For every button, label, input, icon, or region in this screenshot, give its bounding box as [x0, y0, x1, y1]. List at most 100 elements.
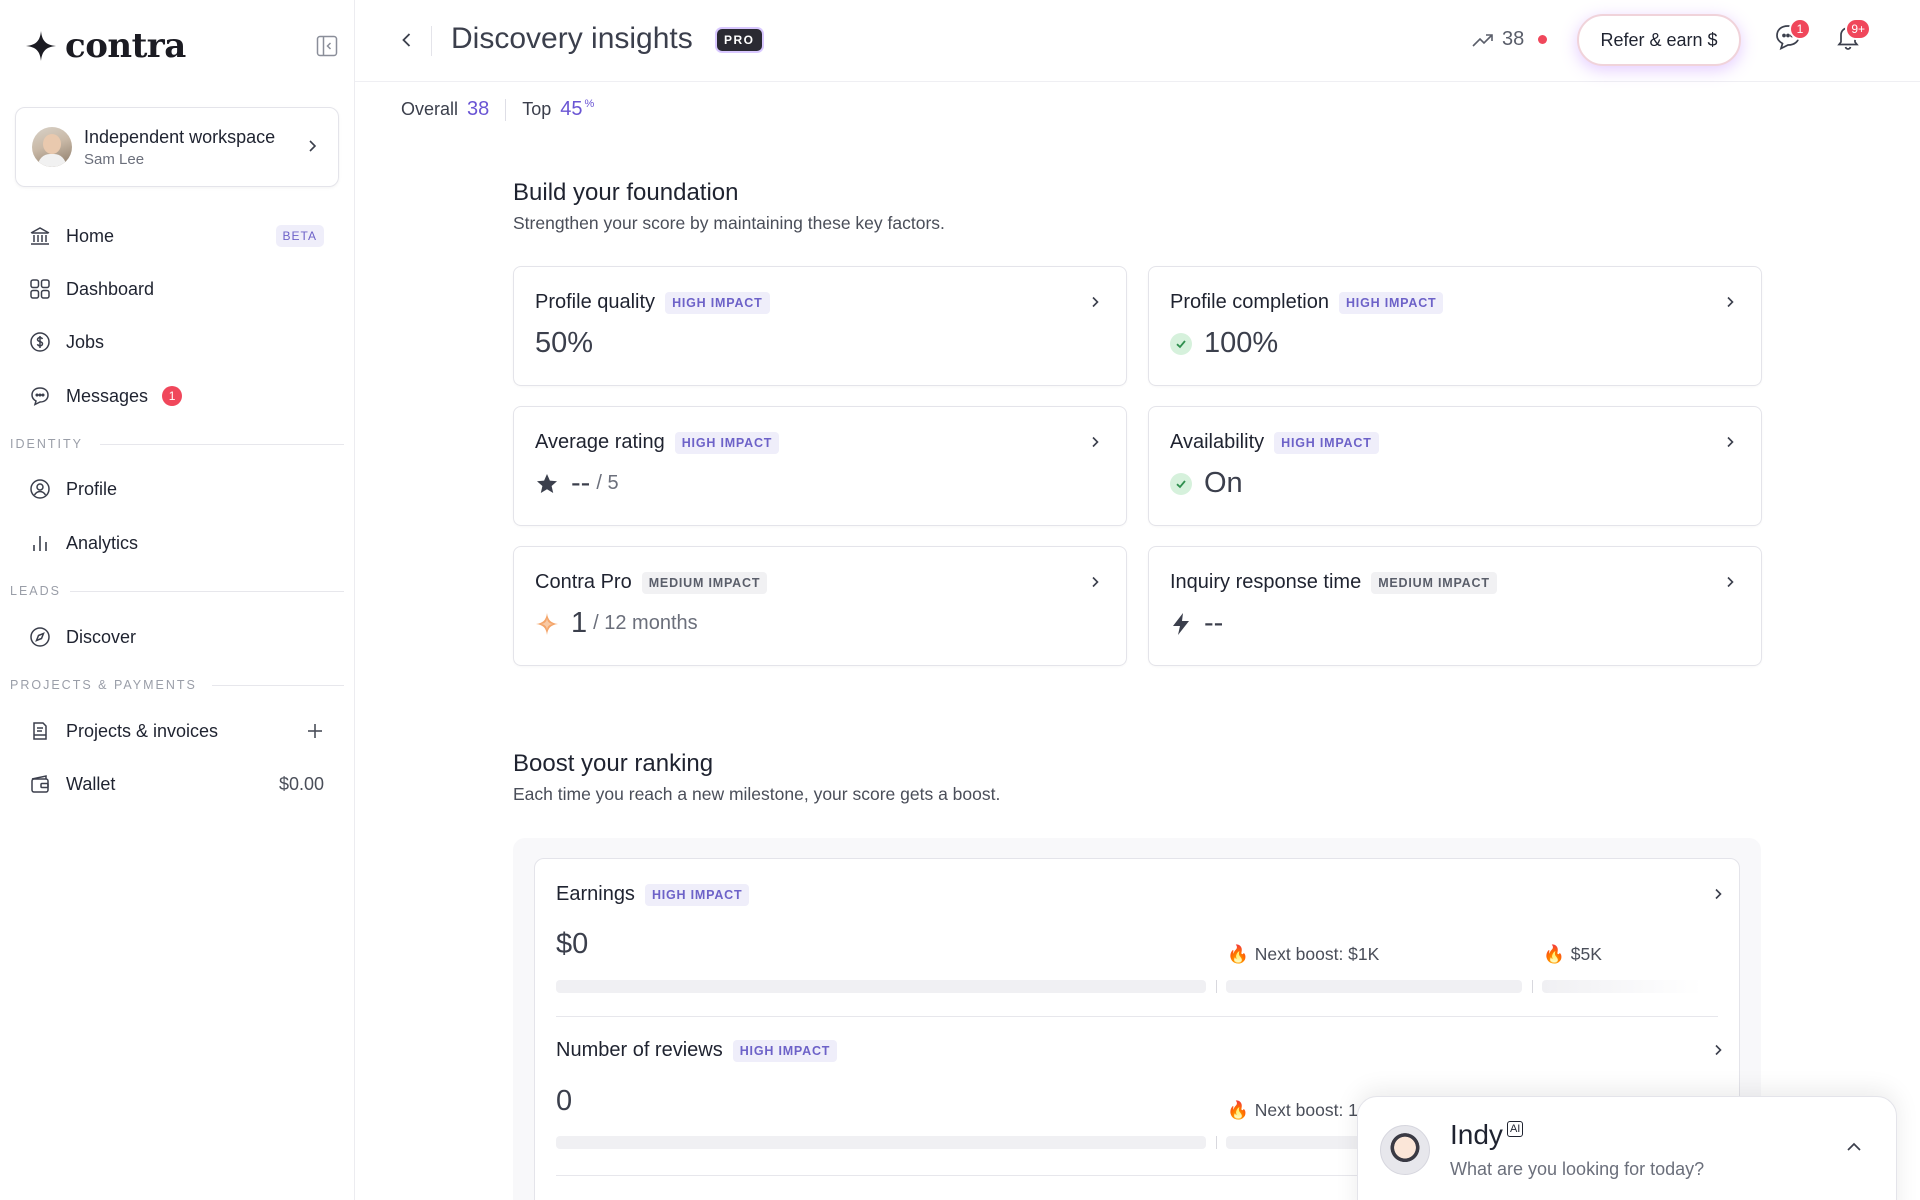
boost-value: 0: [556, 1085, 573, 1117]
contra-star-icon: [26, 31, 56, 61]
sidebar: contra Independent workspace Sam Lee Hom…: [0, 0, 355, 1200]
sidebar-item-label: Dashboard: [66, 278, 155, 299]
impact-badge: HIGH IMPACT: [732, 1039, 838, 1062]
top-header: Discovery insights PRO 38 Refer & earn $…: [355, 0, 1920, 82]
top-value-unit: %: [584, 98, 595, 111]
boost-row-title: Number of reviews: [556, 1039, 723, 1061]
card-title: Profile completion: [1170, 291, 1329, 313]
top-label: Top: [522, 99, 552, 119]
grid-icon: [28, 277, 52, 301]
card-profile-quality[interactable]: Profile quality HIGH IMPACT 50%: [513, 266, 1127, 386]
ranking-title: Boost your ranking: [513, 750, 714, 777]
impact-badge: HIGH IMPACT: [665, 291, 770, 314]
sidebar-item-projects[interactable]: Projects & invoices: [28, 713, 328, 749]
sidebar-item-home[interactable]: Home BETA: [28, 218, 328, 254]
foundation-title: Build your foundation: [513, 179, 739, 206]
bar-chart-icon: [28, 531, 52, 555]
dollar-circle-icon: [28, 330, 52, 354]
impact-badge: HIGH IMPACT: [674, 431, 780, 454]
sidebar-item-discover[interactable]: Discover: [28, 619, 328, 655]
beta-badge: BETA: [275, 225, 324, 247]
card-availability[interactable]: Availability HIGH IMPACT On: [1148, 406, 1762, 526]
compass-icon: [28, 625, 52, 649]
messages-button[interactable]: 1: [1773, 18, 1811, 54]
foundation-subtitle: Strengthen your score by maintaining the…: [513, 213, 945, 233]
divider: [556, 1016, 1718, 1017]
card-contra-pro[interactable]: Contra Pro MEDIUM IMPACT 1 / 12 months: [513, 546, 1127, 666]
card-inquiry-response-time[interactable]: Inquiry response time MEDIUM IMPACT --: [1148, 546, 1762, 666]
impact-badge: HIGH IMPACT: [644, 883, 750, 906]
score-summary: Overall 38 Top 45%: [401, 98, 594, 121]
wallet-icon: [28, 772, 52, 796]
divider: [431, 26, 432, 56]
sidebar-item-dashboard[interactable]: Dashboard: [28, 271, 328, 307]
indy-name: Indy: [1450, 1119, 1503, 1150]
wallet-balance: $0.00: [278, 773, 324, 794]
section-leads-label: LEADS: [10, 584, 61, 598]
collapse-sidebar-icon[interactable]: [315, 34, 339, 58]
back-arrow-icon[interactable]: [397, 30, 417, 50]
milestone-tick: [1532, 980, 1533, 993]
section-projects-label: PROJECTS & PAYMENTS: [10, 678, 197, 692]
score-indicator[interactable]: 38: [1472, 28, 1548, 51]
card-profile-completion[interactable]: Profile completion HIGH IMPACT 100%: [1148, 266, 1762, 386]
bank-icon: [28, 224, 52, 248]
next-boost-label: Next boost: 1: [1254, 1100, 1358, 1120]
sidebar-item-label: Projects & invoices: [66, 720, 219, 741]
sidebar-item-messages[interactable]: Messages 1: [28, 378, 328, 414]
ai-badge: AI: [1506, 1121, 1524, 1137]
card-title: Contra Pro: [535, 571, 632, 593]
top-value: 45%: [560, 98, 594, 121]
indy-avatar: [1380, 1125, 1430, 1175]
chevron-right-icon: [1727, 436, 1734, 448]
workspace-user: Sam Lee: [84, 150, 145, 168]
sparkle-icon: [536, 612, 558, 635]
section-identity-label: IDENTITY: [10, 437, 83, 451]
workspace-switcher[interactable]: Independent workspace Sam Lee: [15, 107, 339, 187]
overall-label: Overall: [401, 99, 459, 119]
card-value: 1: [571, 607, 588, 639]
sidebar-item-label: Analytics: [66, 532, 139, 553]
chevron-up-icon[interactable]: [1844, 1137, 1864, 1157]
sidebar-item-label: Jobs: [66, 331, 105, 352]
sidebar-item-label: Wallet: [66, 773, 116, 794]
card-value-suffix: / 12 months: [593, 612, 698, 634]
plus-icon[interactable]: [306, 722, 324, 740]
workspace-name: Independent workspace: [84, 126, 276, 147]
divider: [505, 98, 507, 121]
chevron-right-icon: [1727, 576, 1734, 588]
impact-badge: MEDIUM IMPACT: [1371, 571, 1497, 594]
notifications-button[interactable]: 9+: [1833, 18, 1871, 54]
divider: [100, 444, 344, 445]
next-boost-label: Next boost: $1K: [1254, 944, 1380, 964]
card-value: --: [571, 467, 591, 499]
ranking-subtitle: Each time you reach a new milestone, you…: [513, 784, 1001, 804]
sidebar-item-profile[interactable]: Profile: [28, 471, 328, 507]
chevron-right-icon: [309, 140, 317, 152]
progress-track: [556, 980, 1206, 993]
user-circle-icon: [28, 477, 52, 501]
card-average-rating[interactable]: Average rating HIGH IMPACT -- / 5: [513, 406, 1127, 526]
indy-assistant-panel[interactable]: Indy AI What are you looking for today?: [1357, 1096, 1897, 1200]
star-icon: [537, 473, 557, 493]
impact-badge: HIGH IMPACT: [1338, 291, 1444, 314]
brand-logo[interactable]: contra: [25, 26, 186, 66]
card-value-suffix: / 5: [596, 472, 619, 494]
card-value: On: [1204, 467, 1243, 499]
sidebar-item-wallet[interactable]: Wallet $0.00: [28, 766, 328, 802]
card-value: --: [1204, 607, 1224, 639]
overall-value: 38: [467, 98, 490, 120]
progress-track: [556, 1136, 1206, 1149]
next-boost-label-2: $5K: [1570, 944, 1602, 964]
check-circle-icon: [1170, 472, 1192, 495]
card-title: Profile quality: [535, 291, 656, 313]
sidebar-item-jobs[interactable]: Jobs: [28, 324, 328, 360]
refer-earn-button[interactable]: Refer & earn $: [1577, 14, 1741, 66]
sidebar-item-analytics[interactable]: Analytics: [28, 525, 328, 561]
flame-icon: 🔥: [1227, 1100, 1249, 1120]
score-alert-dot: [1538, 35, 1548, 44]
indy-prompt: What are you looking for today?: [1450, 1159, 1705, 1179]
document-icon: [28, 719, 52, 743]
progress-track: [1542, 980, 1702, 993]
impact-badge: MEDIUM IMPACT: [641, 571, 768, 594]
